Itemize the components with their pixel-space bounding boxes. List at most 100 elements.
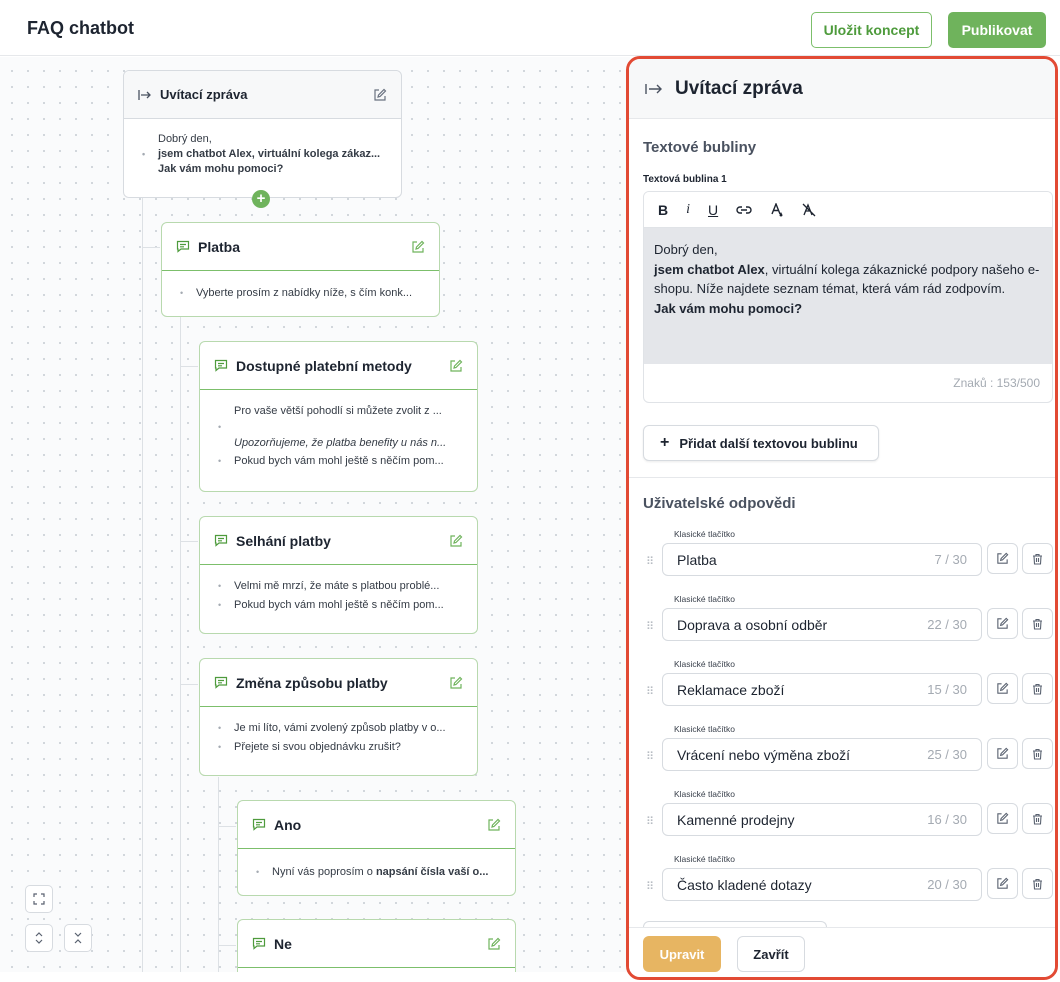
edit-icon[interactable] [487, 818, 501, 832]
response-row: Klasické tlačítko ⠿ Vrácení nebo výměna zb… [629, 724, 1055, 789]
node-line: Velmi mě mrzí, že máte s platbou problé.… [218, 579, 461, 594]
message-icon [214, 676, 228, 689]
section-divider [629, 477, 1055, 478]
text-color-icon[interactable] [770, 202, 784, 217]
editor-toolbar: B i U [644, 192, 1052, 228]
flow-node-payment-methods[interactable]: Dostupné platební metody Pro vaše větší … [199, 341, 478, 492]
response-input[interactable]: Kamenné prodejny 16 / 30 [662, 803, 982, 836]
response-value: Doprava a osobní odběr [677, 616, 828, 633]
drag-handle-icon[interactable]: ⠿ [646, 880, 654, 893]
node-title: Ne [274, 935, 292, 952]
app-title: FAQ chatbot [27, 18, 134, 38]
node-title: Uvítací zpráva [160, 87, 248, 102]
response-char-count: 22 / 30 [927, 617, 967, 632]
response-char-count: 7 / 30 [934, 552, 967, 567]
response-type-label: Klasické tlačítko [674, 789, 735, 799]
node-header: Dostupné platební metody [200, 342, 477, 390]
flow-node-payment-failure[interactable]: Selhání platby Velmi mě mrzí, že máte s … [199, 516, 478, 634]
user-responses-title: Uživatelské odpovědi [643, 495, 796, 512]
panel-header: Uvítací zpráva [629, 59, 1055, 119]
edit-icon[interactable] [987, 803, 1018, 834]
response-input[interactable]: Reklamace zboží 15 / 30 [662, 673, 982, 706]
response-char-count: 16 / 30 [927, 812, 967, 827]
expand-icon[interactable] [25, 924, 53, 952]
bubble-bold-text: jsem chatbot Alex [654, 261, 765, 277]
drag-handle-icon[interactable]: ⠿ [646, 815, 654, 828]
response-row: Klasické tlačítko ⠿ Platba 7 / 30 [629, 529, 1055, 594]
node-line-bold: napsání čísla vaší o... [375, 866, 489, 878]
fit-screen-icon[interactable] [25, 885, 53, 913]
add-text-bubble-button[interactable]: + Přidat další textovou bublinu [643, 425, 879, 461]
trash-icon[interactable] [1022, 673, 1053, 704]
response-value: Často kladené dotazy [677, 876, 812, 893]
flow-node-no[interactable]: Ne [237, 919, 516, 972]
node-line: Jak vám mohu pomoci? [158, 163, 284, 175]
edit-icon[interactable] [987, 673, 1018, 704]
bubble-text-area[interactable]: Dobrý den, jsem chatbot Alex, virtuální … [644, 228, 1052, 364]
edit-icon[interactable] [987, 868, 1018, 899]
text-bubble-editor[interactable]: B i U Dobrý den, jsem chatbot Alex, virt… [643, 191, 1053, 403]
response-input[interactable]: Často kladené dotazy 20 / 30 [662, 868, 982, 901]
connector-line [218, 945, 236, 946]
node-header: Selhání platby [200, 517, 477, 565]
edit-icon[interactable] [987, 543, 1018, 574]
trash-icon[interactable] [1022, 608, 1053, 639]
flow-node-welcome[interactable]: Uvítací zpráva Dobrý den, jsem chatbot A… [123, 70, 402, 198]
flow-node-platba[interactable]: Platba Vyberte prosím z nabídky níže, s … [161, 222, 440, 317]
trash-icon[interactable] [1022, 543, 1053, 574]
node-header: Platba [162, 223, 439, 271]
clear-format-icon[interactable] [802, 202, 816, 217]
close-button[interactable]: Zavřít [737, 936, 805, 972]
node-title: Změna způsobu platby [236, 674, 388, 691]
edit-icon[interactable] [449, 534, 463, 548]
edit-icon[interactable] [411, 240, 425, 254]
arrow-to-line-icon [138, 89, 151, 100]
response-type-label: Klasické tlačítko [674, 724, 735, 734]
underline-button[interactable]: U [708, 202, 718, 218]
response-value: Vrácení nebo výměna zboží [677, 746, 851, 763]
response-input[interactable]: Vrácení nebo výměna zboží 25 / 30 [662, 738, 982, 771]
drag-handle-icon[interactable]: ⠿ [646, 750, 654, 763]
link-icon[interactable] [736, 205, 752, 215]
response-row: Klasické tlačítko ⠿ Často kladené dotazy 20… [629, 854, 1055, 919]
edit-icon[interactable] [487, 937, 501, 951]
bold-button[interactable]: B [658, 202, 668, 218]
bubble-label: Textová bublina 1 [643, 174, 727, 185]
response-input[interactable]: Platba 7 / 30 [662, 543, 982, 576]
response-char-count: 25 / 30 [927, 747, 967, 762]
trash-icon[interactable] [1022, 738, 1053, 769]
plus-icon: + [660, 434, 670, 451]
italic-button[interactable]: i [686, 202, 690, 218]
message-icon [252, 937, 266, 950]
response-type-label: Klasické tlačítko [674, 594, 735, 604]
response-type-label: Klasické tlačítko [674, 659, 735, 669]
trash-icon[interactable] [1022, 803, 1053, 834]
drag-handle-icon[interactable]: ⠿ [646, 685, 654, 698]
node-body: Dobrý den, jsem chatbot Alex, virtuální … [124, 119, 401, 189]
publish-button[interactable]: Publikovat [948, 12, 1046, 48]
node-header: Uvítací zpráva [124, 71, 401, 119]
flow-node-change-payment[interactable]: Změna způsobu platby Je mi líto, vámi zv… [199, 658, 478, 776]
response-char-count: 15 / 30 [927, 682, 967, 697]
flow-canvas[interactable]: Uvítací zpráva Dobrý den, jsem chatbot A… [0, 57, 630, 972]
add-node-button[interactable]: + [252, 190, 270, 208]
edit-icon[interactable] [987, 738, 1018, 769]
save-draft-button[interactable]: Uložit koncept [811, 12, 932, 48]
edit-icon[interactable] [373, 88, 387, 102]
drag-handle-icon[interactable]: ⠿ [646, 555, 654, 568]
node-line: Nyní vás poprosím o napsání čísla vaší o… [256, 865, 499, 880]
flow-node-yes[interactable]: Ano Nyní vás poprosím o napsání čísla va… [237, 800, 516, 896]
trash-icon[interactable] [1022, 868, 1053, 899]
node-line-empty [218, 420, 461, 434]
collapse-icon[interactable] [64, 924, 92, 952]
connector-line [142, 247, 160, 248]
edit-icon[interactable] [987, 608, 1018, 639]
node-title: Selhání platby [236, 532, 331, 549]
node-header: Ano [238, 801, 515, 849]
edit-icon[interactable] [449, 676, 463, 690]
node-body: Je mi líto, vámi zvolený způsob platby v… [200, 707, 477, 771]
drag-handle-icon[interactable]: ⠿ [646, 620, 654, 633]
edit-icon[interactable] [449, 359, 463, 373]
edit-button[interactable]: Upravit [643, 936, 721, 972]
response-input[interactable]: Doprava a osobní odběr 22 / 30 [662, 608, 982, 641]
